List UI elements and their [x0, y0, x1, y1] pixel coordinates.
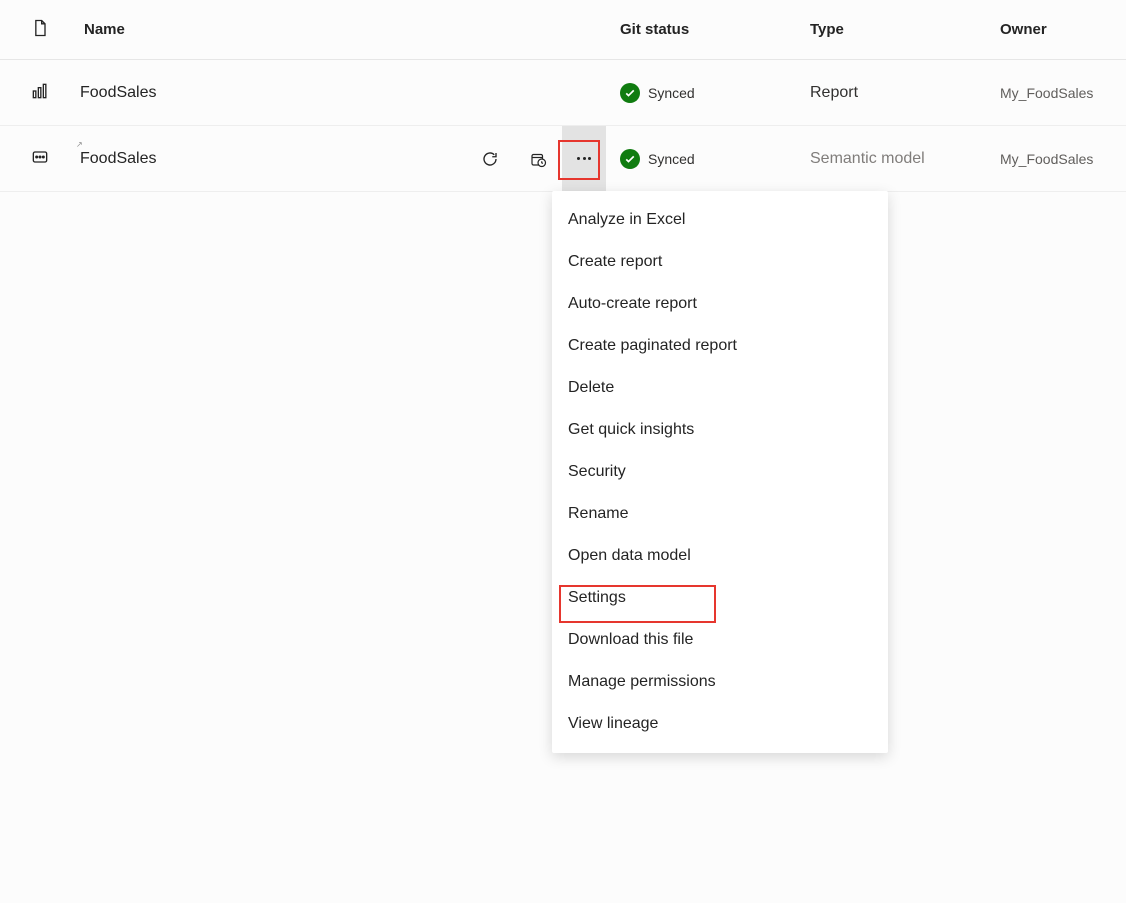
menu-view-lineage[interactable]: View lineage	[552, 703, 888, 745]
header-type[interactable]: Type	[810, 21, 844, 38]
menu-create-report[interactable]: Create report	[552, 241, 888, 283]
synced-check-icon	[620, 149, 640, 169]
item-owner[interactable]: My_FoodSales	[1000, 151, 1093, 167]
row-icon-cell	[0, 81, 80, 105]
more-options-button[interactable]	[562, 126, 606, 192]
schedule-refresh-button[interactable]	[514, 126, 562, 192]
menu-create-paginated-report[interactable]: Create paginated report	[552, 325, 888, 367]
item-name[interactable]: FoodSales	[80, 84, 157, 102]
header-icon-col	[0, 18, 80, 42]
menu-open-data-model[interactable]: Open data model	[552, 535, 888, 577]
menu-download-this-file[interactable]: Download this file	[552, 619, 888, 661]
git-status-text: Synced	[648, 151, 695, 167]
item-name[interactable]: FoodSales	[80, 150, 157, 168]
header-owner[interactable]: Owner	[1000, 21, 1047, 38]
row-icon-cell	[0, 147, 80, 171]
report-icon	[30, 81, 50, 105]
menu-manage-permissions[interactable]: Manage permissions	[552, 661, 888, 703]
semantic-model-icon	[30, 147, 50, 171]
refresh-button[interactable]	[466, 126, 514, 192]
item-type: Semantic model	[810, 150, 925, 168]
synced-check-icon	[620, 83, 640, 103]
table-row[interactable]: ↗ FoodSales Synced	[0, 126, 1126, 192]
file-icon	[30, 18, 50, 42]
menu-auto-create-report[interactable]: Auto-create report	[552, 283, 888, 325]
menu-delete[interactable]: Delete	[552, 367, 888, 409]
header-name[interactable]: Name	[84, 21, 125, 38]
menu-settings[interactable]: Settings	[552, 577, 888, 619]
link-indicator-icon: ↗	[76, 140, 83, 149]
git-status: Synced	[620, 149, 695, 169]
row-actions	[466, 126, 606, 191]
workspace-item-table: Name Git status Type Owner FoodSales	[0, 0, 1126, 192]
context-menu: Analyze in Excel Create report Auto-crea…	[552, 191, 888, 753]
menu-get-quick-insights[interactable]: Get quick insights	[552, 409, 888, 451]
menu-analyze-in-excel[interactable]: Analyze in Excel	[552, 199, 888, 241]
git-status: Synced	[620, 83, 695, 103]
table-header: Name Git status Type Owner	[0, 0, 1126, 60]
item-owner[interactable]: My_FoodSales	[1000, 85, 1093, 101]
item-type: Report	[810, 84, 858, 102]
header-git-status[interactable]: Git status	[620, 21, 689, 38]
table-row[interactable]: FoodSales Synced Report My_FoodSales	[0, 60, 1126, 126]
menu-security[interactable]: Security	[552, 451, 888, 493]
menu-rename[interactable]: Rename	[552, 493, 888, 535]
git-status-text: Synced	[648, 85, 695, 101]
